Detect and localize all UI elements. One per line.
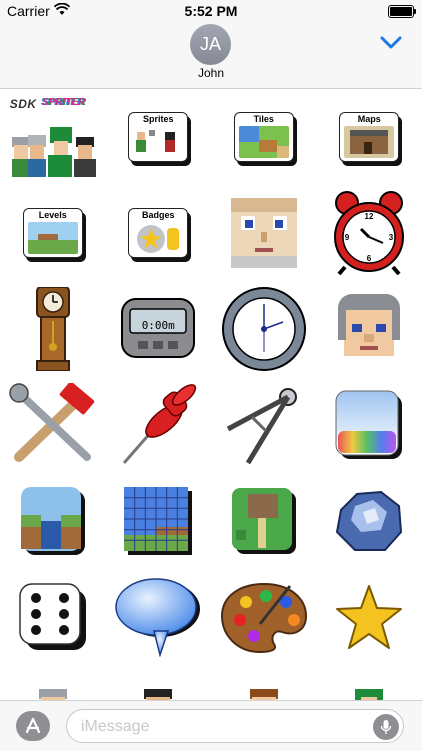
sticker-map-house[interactable]: [211, 473, 317, 569]
drafting-compass-icon: [222, 383, 306, 467]
sticker-push-pin[interactable]: [106, 377, 212, 473]
sprites-icon: [133, 126, 183, 158]
sticker-speech-bubble[interactable]: [106, 569, 212, 665]
sticker-star[interactable]: [317, 569, 422, 665]
levels-label: Levels: [24, 210, 82, 220]
svg-text:6: 6: [367, 254, 372, 263]
tiles-label: Tiles: [235, 114, 293, 124]
tiles-icon: [239, 126, 289, 158]
imessage-input[interactable]: iMessage: [66, 709, 404, 743]
sticker-green-hair-sprite[interactable]: [317, 665, 422, 700]
clock: 5:52 PM: [0, 3, 422, 19]
sticker-bearded-man-sprite[interactable]: [106, 665, 212, 700]
badges-label: Badges: [129, 210, 187, 220]
sticker-platform-level[interactable]: [0, 473, 106, 569]
old-man-sprite-icon: [35, 689, 71, 700]
maps-icon: [344, 126, 394, 158]
map-house-icon: [230, 486, 298, 556]
sticker-sdk-spriter[interactable]: SDK SPRITER: [0, 89, 106, 185]
old-man-face-icon: [334, 290, 404, 368]
platform-level-icon: [19, 485, 87, 557]
sticker-levels[interactable]: Levels: [0, 185, 106, 281]
sticker-maps[interactable]: Maps: [317, 89, 422, 185]
sticker-badges[interactable]: Badges: [106, 185, 212, 281]
sticker-stopwatch[interactable]: 0:00m: [106, 281, 212, 377]
status-bar: Carrier 5:52 PM: [0, 0, 422, 22]
chevron-down-icon[interactable]: [380, 36, 402, 50]
star-icon: [334, 584, 404, 650]
sticker-grid: SDK SPRITER: [0, 89, 422, 700]
imessage-placeholder: iMessage: [81, 718, 149, 736]
badges-icon: [133, 222, 183, 254]
push-pin-icon: [118, 383, 198, 467]
sticker-gradient-tile[interactable]: [317, 377, 422, 473]
sticker-dice[interactable]: [0, 569, 106, 665]
avatar-initials: JA: [200, 34, 221, 55]
crystal-rock-icon: [333, 488, 405, 554]
green-hair-sprite-icon: [353, 689, 385, 700]
sticker-paint-palette[interactable]: [211, 569, 317, 665]
stopwatch-time: 0:00m: [106, 319, 212, 332]
microphone-icon: [380, 719, 392, 735]
paint-palette-icon: [220, 580, 308, 654]
dice-icon: [18, 582, 88, 652]
sticker-alarm-clock[interactable]: 12 3 6 9: [317, 185, 422, 281]
sticker-crystal[interactable]: [317, 473, 422, 569]
sticker-sprites[interactable]: Sprites: [106, 89, 212, 185]
characters-group-icon: [8, 97, 98, 177]
svg-text:3: 3: [389, 233, 394, 242]
pixel-face-icon: [231, 198, 297, 268]
sticker-pixel-face[interactable]: [211, 185, 317, 281]
alarm-clock-icon: 12 3 6 9: [331, 191, 407, 275]
maps-label: Maps: [340, 114, 398, 124]
sticker-tiles[interactable]: Tiles: [211, 89, 317, 185]
svg-text:9: 9: [345, 233, 350, 242]
conversation-header: JA John: [0, 22, 422, 89]
tile-grid-icon: [122, 485, 194, 557]
app-store-button[interactable]: [16, 711, 50, 741]
svg-text:12: 12: [365, 212, 374, 221]
sticker-old-man-face[interactable]: [317, 281, 422, 377]
sticker-tools[interactable]: [0, 377, 106, 473]
sticker-tile-grid[interactable]: [106, 473, 212, 569]
sticker-wall-clock[interactable]: [211, 281, 317, 377]
battery-icon: [388, 5, 414, 18]
sticker-brown-hair-sprite[interactable]: [211, 665, 317, 700]
sticker-compass[interactable]: [211, 377, 317, 473]
hammer-wrench-icon: [9, 383, 97, 467]
avatar[interactable]: JA: [190, 24, 231, 65]
levels-icon: [28, 222, 78, 254]
bearded-man-sprite-icon: [140, 689, 176, 700]
microphone-button[interactable]: [373, 714, 399, 740]
message-input-bar: iMessage: [0, 700, 422, 751]
sticker-old-man-sprite[interactable]: [0, 665, 106, 700]
sprites-label: Sprites: [129, 114, 187, 124]
grandfather-clock-icon: [33, 287, 73, 371]
brown-hair-sprite-icon: [246, 689, 282, 700]
sticker-grandfather-clock[interactable]: [0, 281, 106, 377]
gradient-floor-icon: [334, 389, 404, 461]
contact-name[interactable]: John: [0, 66, 422, 80]
wall-clock-icon: [221, 286, 307, 372]
app-store-icon: [24, 717, 42, 735]
speech-bubble-icon: [114, 577, 202, 657]
